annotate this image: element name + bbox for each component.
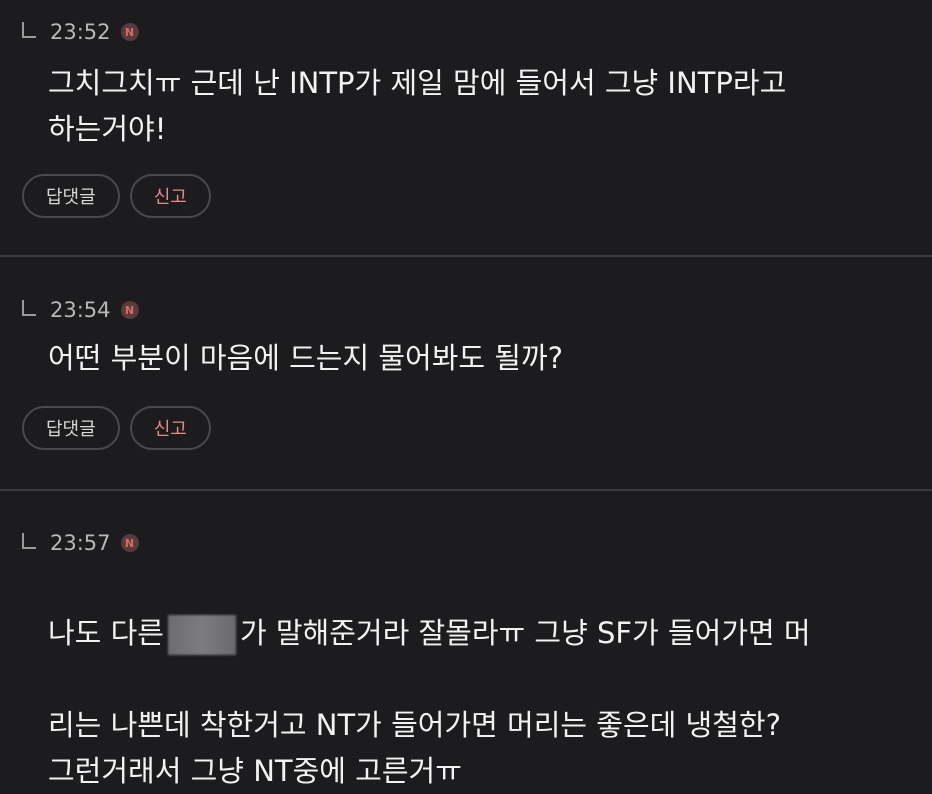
comment-text: 나도 다른 가 말해준거라 잘몰라ㅠ 그냥 SF가 들어가면 머 리는 나쁜데 착… bbox=[48, 564, 923, 794]
comment-text: 어떤 부분이 마음에 드는지 물어봐도 될까? bbox=[48, 341, 564, 375]
comment-text-part: 가 말해준거라 잘몰라ㅠ 그냥 SF가 들어가면 머 bbox=[239, 616, 811, 650]
new-badge: N bbox=[120, 23, 139, 41]
comment-divider bbox=[0, 255, 932, 257]
comment-time: 23:54 bbox=[50, 298, 111, 322]
redacted-blur bbox=[167, 615, 236, 655]
comment-meta: 23:57 N bbox=[22, 531, 139, 555]
report-button[interactable]: 신고 bbox=[129, 406, 211, 450]
new-badge: N bbox=[120, 534, 139, 552]
comment-text: 그치그치ㅠ 근데 난 INTP가 제일 맘에 들어서 그냥 INTP라고 하는거… bbox=[48, 66, 787, 146]
reply-indent-icon bbox=[22, 533, 36, 549]
new-badge: N bbox=[120, 301, 139, 319]
comment-actions: 답댓글 신고 bbox=[22, 406, 211, 450]
comment-meta: 23:52 N bbox=[22, 20, 139, 44]
reply-button[interactable]: 답댓글 bbox=[22, 406, 120, 450]
comment-time: 23:57 bbox=[50, 531, 111, 555]
comment-time: 23:52 bbox=[50, 20, 111, 44]
reply-indent-icon bbox=[22, 300, 36, 316]
comment-actions: 답댓글 신고 bbox=[22, 174, 211, 218]
comment-text-part: 나도 다른 bbox=[48, 616, 164, 650]
comment-text-part: 리는 나쁜데 착한거고 NT가 들어가면 머리는 좋은데 냉철한? 그런거래서 … bbox=[48, 708, 781, 788]
comment-divider bbox=[0, 489, 932, 491]
report-button[interactable]: 신고 bbox=[129, 174, 211, 218]
reply-indent-icon bbox=[22, 22, 36, 38]
comment-meta: 23:54 N bbox=[22, 298, 139, 322]
reply-button[interactable]: 답댓글 bbox=[22, 174, 120, 218]
